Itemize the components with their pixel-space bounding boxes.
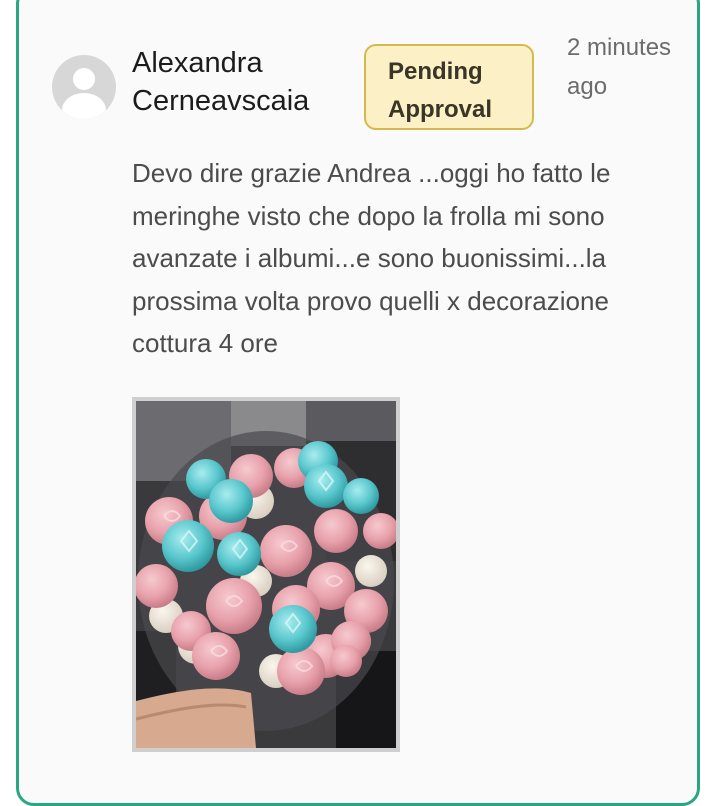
comment-author[interactable]: Alexandra Cerneavscaia	[132, 44, 352, 120]
avatar-head	[73, 68, 95, 90]
comment-text: Devo dire grazie Andrea ...oggi ho fatto…	[132, 158, 611, 358]
comment-attachment-photo[interactable]	[132, 397, 400, 752]
status-badge: Pending Approval	[364, 44, 534, 130]
user-avatar-icon[interactable]	[52, 55, 116, 119]
comment-timestamp[interactable]: 2 minutes ago	[567, 28, 677, 106]
avatar-shoulders	[62, 93, 106, 119]
meringue-photo-illustration	[136, 401, 396, 748]
